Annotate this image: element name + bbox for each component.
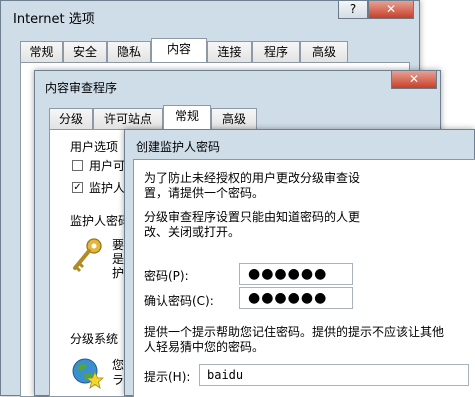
create-password-title: 创建监护人密码 bbox=[136, 140, 221, 154]
user-can-view-label: 用户可 bbox=[89, 159, 126, 173]
tab-general[interactable]: 常规 bbox=[163, 105, 211, 129]
hint-label: 提示(H): bbox=[144, 370, 191, 384]
close-icon[interactable]: ✕ bbox=[391, 71, 437, 89]
confirm-password-field[interactable]: ●●●●●● bbox=[239, 287, 353, 309]
tab-approved-sites[interactable]: 许可站点 bbox=[93, 108, 163, 129]
content-advisor-titlebar: 内容审查程序 bbox=[35, 71, 440, 99]
create-password-titlebar: 创建监护人密码 bbox=[125, 130, 474, 158]
tab-general[interactable]: 常规 bbox=[20, 41, 63, 62]
tab-advanced[interactable]: 高级 bbox=[211, 108, 257, 129]
password-field[interactable]: ●●●●●● bbox=[239, 263, 353, 285]
hint-field[interactable]: baidu bbox=[199, 364, 469, 386]
supervisor-text-line3: 护 bbox=[112, 266, 125, 280]
close-icon[interactable]: ✕ bbox=[368, 1, 414, 19]
key-icon bbox=[73, 238, 102, 273]
tab-security[interactable]: 安全 bbox=[63, 41, 107, 62]
rating-systems-heading: 分级系统 bbox=[70, 332, 119, 346]
user-options-heading: 用户选项 bbox=[70, 140, 119, 154]
password-label: 密码(P): bbox=[144, 269, 189, 283]
supervisor-checkbox[interactable]: ✓ bbox=[72, 182, 83, 193]
tab-programs[interactable]: 程序 bbox=[252, 41, 300, 62]
tab-connections[interactable]: 连接 bbox=[207, 41, 252, 62]
content-advisor-title: 内容审查程序 bbox=[45, 81, 118, 95]
intro-line2: 置，请提供一个密码。 bbox=[144, 186, 265, 200]
info-line2: 改、关闭或打开。 bbox=[144, 225, 241, 239]
confirm-password-label: 确认密码(C): bbox=[144, 294, 214, 308]
help-button[interactable]: ? bbox=[338, 1, 368, 19]
supervisor-password-heading: 监护人密码 bbox=[70, 214, 131, 228]
globe-star-icon bbox=[72, 358, 104, 389]
internet-options-title: Internet 选项 bbox=[13, 12, 95, 27]
tab-privacy[interactable]: 隐私 bbox=[107, 41, 151, 62]
tab-content[interactable]: 内容 bbox=[151, 38, 207, 62]
tab-ratings[interactable]: 分级 bbox=[49, 108, 93, 129]
user-can-view-checkbox[interactable] bbox=[72, 160, 83, 171]
hint-info-line2: 人轻易猜中您的密码。 bbox=[144, 340, 265, 354]
create-password-dialog: 创建监护人密码 为了防止未经授权的用户更改分级审查设 置，请提供一个密码。 分级… bbox=[124, 129, 475, 397]
create-password-panel: 为了防止未经授权的用户更改分级审查设 置，请提供一个密码。 分级审查程序设置只能… bbox=[133, 159, 475, 397]
rating-text-line2: ラ bbox=[112, 373, 125, 387]
supervisor-option-label: 监护人 bbox=[89, 181, 126, 195]
internet-options-tabs: 常规 安全 隐私 内容 连接 程序 高级 bbox=[20, 38, 410, 63]
tab-advanced[interactable]: 高级 bbox=[300, 41, 348, 62]
content-advisor-tabs: 分级 许可站点 常规 高级 bbox=[49, 105, 429, 130]
